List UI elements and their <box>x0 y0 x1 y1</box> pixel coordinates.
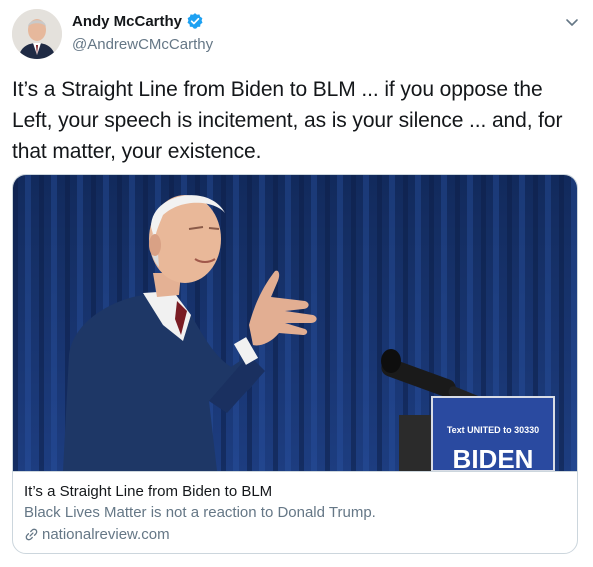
chevron-down-icon[interactable] <box>564 14 580 30</box>
author-handle[interactable]: @AndrewCMcCarthy <box>72 36 213 53</box>
card-title[interactable]: It’s a Straight Line from Biden to BLM <box>24 483 272 500</box>
card-image[interactable]: Text UNITED to 30330 BIDEN <box>13 175 577 471</box>
card-meta[interactable]: It’s a Straight Line from Biden to BLM B… <box>13 471 577 553</box>
author-display-name[interactable]: Andy McCarthy <box>72 13 182 30</box>
card-domain[interactable]: nationalreview.com <box>24 526 170 543</box>
verified-badge-icon <box>186 12 204 30</box>
card-domain-text[interactable]: nationalreview.com <box>42 526 170 543</box>
author-name-row: Andy McCarthy <box>72 12 204 30</box>
tweet: Andy McCarthy @AndrewCMcCarthy It’s a St… <box>0 0 593 567</box>
podium-sign-top: Text UNITED to 30330 <box>447 425 539 435</box>
podium-sign-main: BIDEN <box>453 444 534 471</box>
link-preview-card[interactable]: Text UNITED to 30330 BIDEN It’s a Straig… <box>12 174 578 554</box>
link-icon <box>24 527 39 542</box>
tweet-text: It’s a Straight Line from Biden to BLM .… <box>12 78 563 163</box>
author-avatar[interactable] <box>12 9 62 59</box>
card-description: Black Lives Matter is not a reaction to … <box>24 504 376 521</box>
